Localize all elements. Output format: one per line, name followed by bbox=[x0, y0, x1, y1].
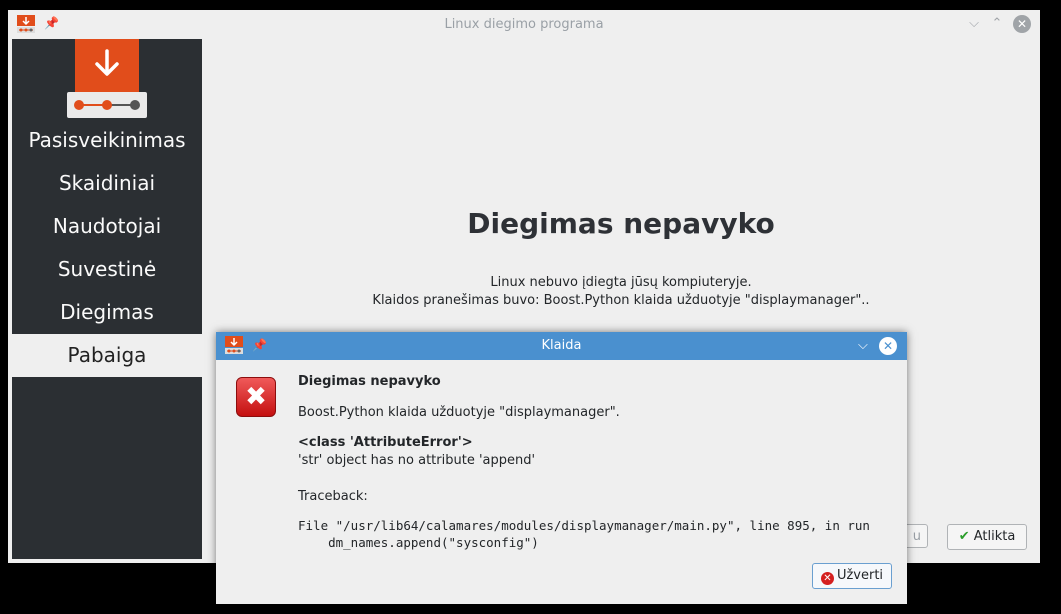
sidebar: Pasisveikinimas Skaidiniai Naudotojai Su… bbox=[12, 39, 202, 559]
window-close-icon[interactable]: ✕ bbox=[1013, 15, 1031, 33]
close-dialog-button[interactable]: ✕ Užverti bbox=[812, 563, 892, 589]
installer-logo-icon bbox=[75, 39, 139, 97]
traceback-line-2: dm_names.append("sysconfig") bbox=[298, 535, 539, 550]
dialog-title: Klaida bbox=[541, 338, 582, 353]
error-dialog: 📌 Klaida ⌵ ✕ ✖ Diegimas nepavyko Boost.P… bbox=[216, 332, 907, 604]
checkmark-icon: ✔ bbox=[958, 529, 970, 544]
dialog-message: Boost.Python klaida užduotyje "displayma… bbox=[298, 405, 620, 420]
steps-list: Pasisveikinimas Skaidiniai Naudotojai Su… bbox=[12, 119, 202, 377]
traceback-label: Traceback: bbox=[298, 489, 368, 504]
page-title: Diegimas nepavyko bbox=[467, 207, 775, 240]
dialog-titlebar[interactable]: 📌 Klaida ⌵ ✕ bbox=[216, 332, 907, 360]
dialog-heading: Diegimas nepavyko bbox=[298, 374, 441, 389]
install-failed-message: Linux nebuvo įdiegta jūsų kompiuteryje. bbox=[490, 275, 752, 290]
step-welcome: Pasisveikinimas bbox=[28, 128, 186, 152]
maximize-chevron-up-icon[interactable]: ⌃ bbox=[989, 16, 1005, 32]
error-icon: ✖ bbox=[236, 377, 276, 417]
close-circle-icon: ✕ bbox=[820, 572, 834, 585]
window-titlebar[interactable]: 📌 Linux diegimo programa ⌵ ⌃ ✕ bbox=[8, 10, 1040, 39]
dialog-close-icon[interactable]: ✕ bbox=[879, 337, 897, 355]
step-finish: Pabaiga bbox=[12, 334, 202, 377]
error-detail: 'str' object has no attribute 'append' bbox=[298, 453, 536, 468]
close-dialog-label: Užverti bbox=[836, 568, 884, 583]
done-button[interactable]: ✔ Atlikta bbox=[947, 524, 1027, 550]
step-partitions: Skaidiniai bbox=[58, 171, 156, 195]
minimize-chevron-down-icon[interactable]: ⌵ bbox=[966, 16, 982, 32]
error-summary-message: Klaidos pranešimas buvo: Boost.Python kl… bbox=[372, 293, 870, 308]
dialog-chevron-down-icon[interactable]: ⌵ bbox=[858, 338, 868, 353]
traceback-line-1: File "/usr/lib64/calamares/modules/displ… bbox=[298, 518, 870, 533]
back-button-label: u bbox=[912, 529, 921, 544]
progress-dots-icon bbox=[67, 92, 147, 118]
done-button-label: Atlikta bbox=[973, 529, 1016, 544]
step-users: Naudotojai bbox=[52, 214, 162, 238]
step-summary: Suvestinė bbox=[57, 257, 157, 281]
error-class: <class 'AttributeError'> bbox=[298, 435, 473, 450]
step-install: Diegimas bbox=[60, 300, 154, 324]
window-title: Linux diegimo programa bbox=[444, 17, 604, 32]
